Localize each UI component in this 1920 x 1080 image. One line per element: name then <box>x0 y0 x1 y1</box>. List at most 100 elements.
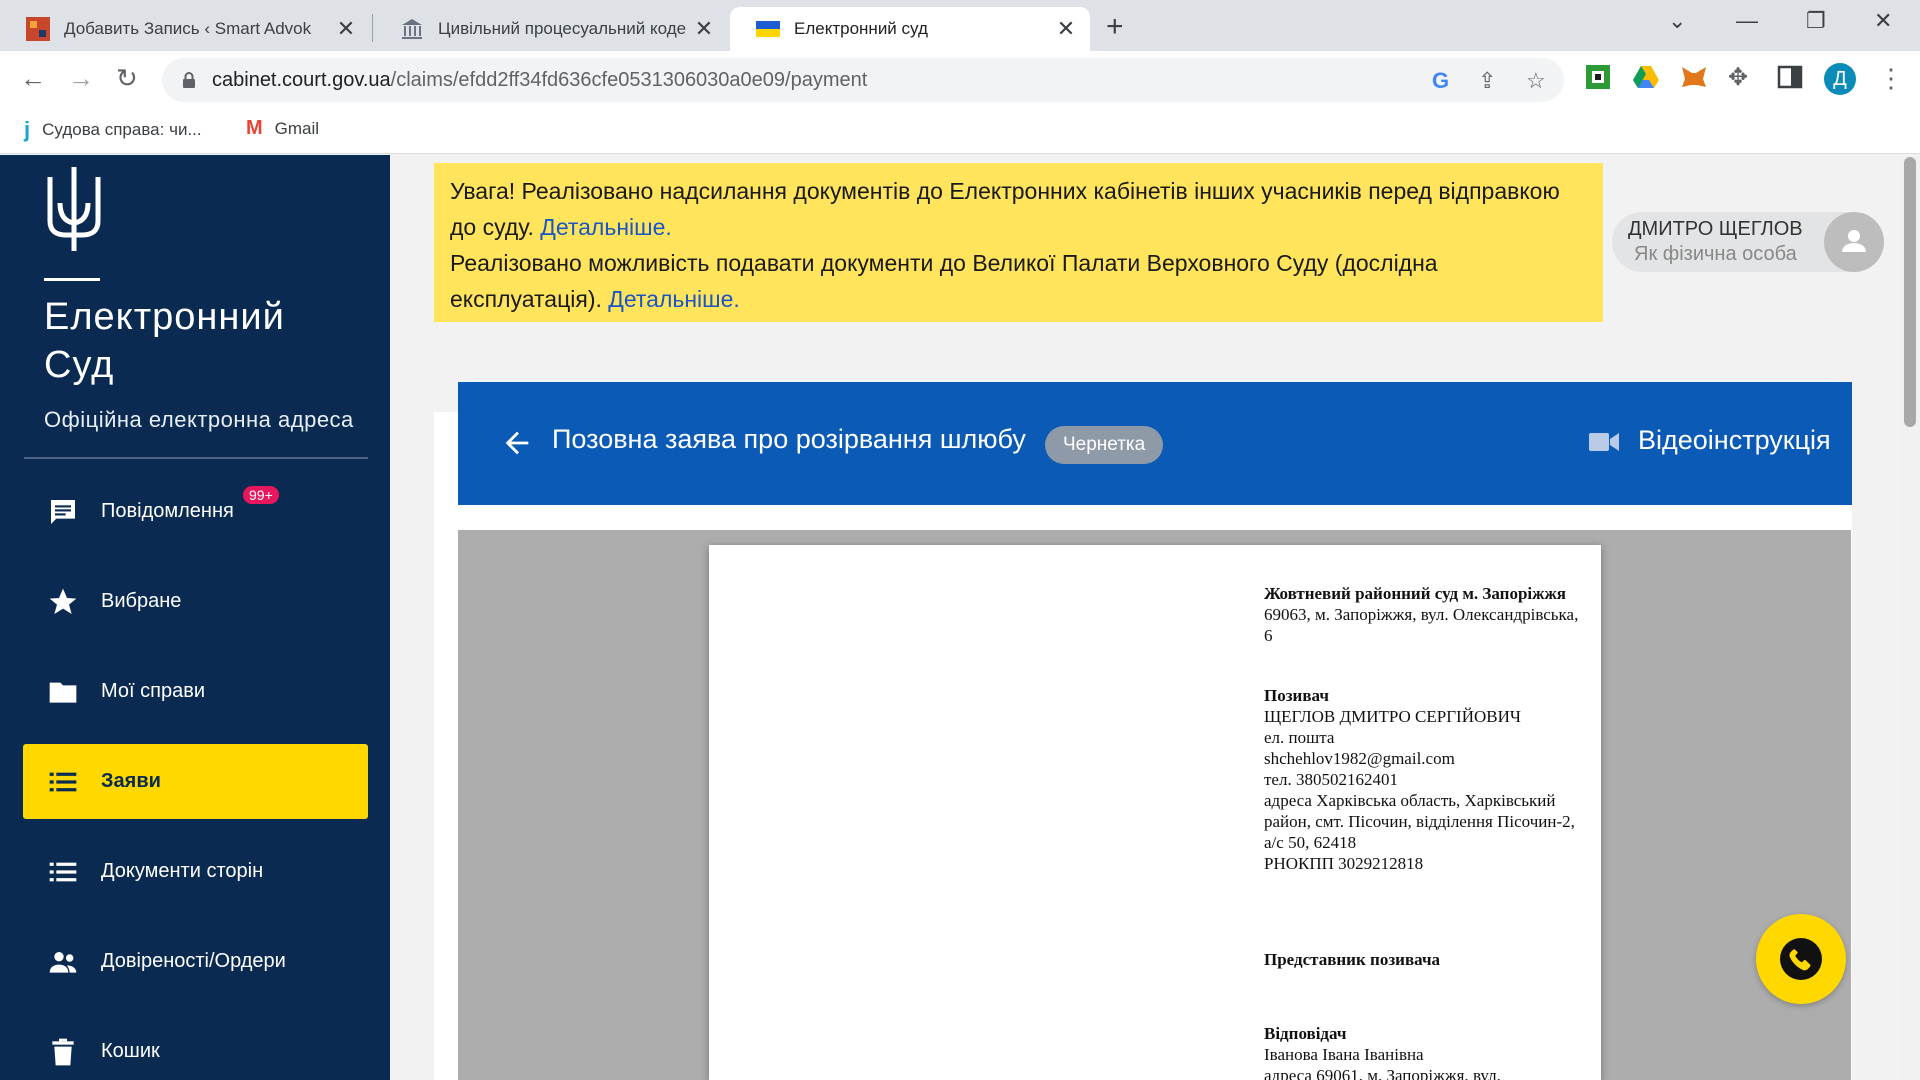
bookmarks-bar: j Судова справа: чи... M Gmail <box>0 109 1920 154</box>
brand-title[interactable]: Електронний Суд <box>44 293 285 389</box>
back-arrow-icon[interactable]: ← <box>20 63 46 94</box>
sidebar-item-label: Повідомлення <box>101 500 234 522</box>
minimize-button[interactable]: — <box>1736 8 1758 34</box>
tab-separator <box>372 14 373 42</box>
browser-toolbar: ← → ↻ cabinet.court.gov.ua/claims/efdd2f… <box>0 51 1920 109</box>
user-name: ДМИТРО ЩЕГЛОВ <box>1628 218 1803 240</box>
plaintiff-email-label: ел. пошта <box>1264 728 1335 747</box>
address-bar[interactable]: cabinet.court.gov.ua/claims/efdd2ff34fd6… <box>162 58 1564 102</box>
user-role: Як фізична особа <box>1634 243 1797 265</box>
google-drive-icon[interactable] <box>1632 63 1660 91</box>
metamask-fox-icon[interactable] <box>1680 63 1708 91</box>
bookmark-court-case[interactable]: j Судова справа: чи... <box>24 117 202 143</box>
close-window-button[interactable]: ✕ <box>1874 8 1892 34</box>
sidebar-item-label: Кошик <box>101 1040 160 1062</box>
user-profile-pill[interactable]: ДМИТРО ЩЕГЛОВ Як фізична особа <box>1612 212 1884 272</box>
official-address-subtitle: Офіційна електронна адреса <box>44 407 354 432</box>
star-icon <box>49 588 77 614</box>
google-lens-icon[interactable]: G <box>1432 68 1449 94</box>
new-tab-button[interactable]: + <box>1106 10 1124 44</box>
call-support-button[interactable] <box>1756 914 1846 1004</box>
list-icon <box>49 772 77 791</box>
user-avatar[interactable] <box>1824 212 1884 272</box>
restore-button[interactable]: ❐ <box>1806 8 1826 34</box>
sidebar-item-claims[interactable]: Заяви <box>23 744 368 819</box>
url-path: /claims/efdd2ff34fd636cfe0531306030a0e09… <box>390 69 868 91</box>
logo-divider <box>44 278 100 281</box>
tab-close-icon[interactable]: ✕ <box>692 16 716 42</box>
list-icon <box>49 862 77 881</box>
sidebar-item-label: Мої справи <box>101 680 205 702</box>
scrollbar-thumb[interactable] <box>1904 157 1916 427</box>
browser-tab-e-court[interactable]: Електронний суд ✕ <box>730 7 1090 51</box>
browser-tab-smart-advokat[interactable]: Добавить Запись ‹ Smart Advok ✕ <box>0 7 370 51</box>
lock-icon[interactable] <box>182 72 196 88</box>
folder-icon <box>49 682 77 703</box>
notice-details-link-2[interactable]: Детальніше. <box>608 286 740 312</box>
tab-title: Цивільний процесуальний коде <box>438 19 686 38</box>
sidebar-item-label: Документи сторін <box>101 860 264 882</box>
page-scrollbar[interactable] <box>1900 155 1920 1080</box>
defendant-block: Відповідач Іванова Івана Іванівна адреса… <box>1264 1023 1584 1080</box>
claim-title: Позовна заява про розірвання шлюбу <box>552 424 1026 454</box>
reload-icon[interactable]: ↻ <box>116 63 138 94</box>
bookmark-j-icon: j <box>24 117 31 142</box>
video-camera-icon[interactable] <box>1589 430 1619 454</box>
profile-avatar[interactable]: Д <box>1824 63 1856 95</box>
notice-text-2: Реалізовано можливість подавати документ… <box>450 250 1438 312</box>
url-text[interactable]: cabinet.court.gov.ua/claims/efdd2ff34fd6… <box>212 69 867 92</box>
ukraine-flag-icon <box>756 21 780 37</box>
defendant-address: адреса 69061, м. Запоріжжя, вул. <box>1264 1066 1501 1080</box>
court-address: 69063, м. Запоріжжя, вул. Олександрівськ… <box>1264 605 1579 645</box>
trash-icon <box>52 1038 74 1065</box>
plaintiff-email: shchehlov1982@gmail.com <box>1264 749 1455 768</box>
claim-header: Позовна заява про розірвання шлюбу Черне… <box>458 382 1852 505</box>
plaintiff-rnokpp: РНОКПП 3029212818 <box>1264 854 1424 873</box>
forward-arrow-icon[interactable]: → <box>68 63 94 94</box>
browser-tab-bar: Добавить Запись ‹ Smart Advok ✕ Цивільни… <box>0 0 1920 51</box>
court-block: Жовтневий районний суд м. Запоріжжя 6906… <box>1264 583 1584 646</box>
notice-details-link-1[interactable]: Детальніше. <box>540 214 672 240</box>
green-extension-icon[interactable] <box>1584 63 1612 91</box>
sidebar-item-favorites[interactable]: Вибране <box>23 564 368 639</box>
tab-close-icon[interactable]: ✕ <box>334 16 358 42</box>
bookmark-star-icon[interactable]: ☆ <box>1526 68 1546 94</box>
document-page: Жовтневий районний суд м. Запоріжжя 6906… <box>709 545 1601 1080</box>
phone-icon <box>1789 947 1811 971</box>
tab-close-icon[interactable]: ✕ <box>1054 16 1078 42</box>
sidebar-item-party-documents[interactable]: Документи сторін <box>23 834 368 909</box>
message-icon <box>51 499 75 524</box>
browser-tab-civil-code[interactable]: Цивільний процесуальний коде ✕ <box>374 7 728 51</box>
plaintiff-name: ЩЕГЛОВ ДМИТРО СЕРГІЙОВИЧ <box>1264 707 1521 726</box>
browser-menu-icon[interactable]: ⋮ <box>1878 63 1904 94</box>
back-arrow-icon[interactable] <box>500 426 534 460</box>
plaintiff-address: адреса Харківська область, Харківський р… <box>1264 791 1575 852</box>
notification-count-badge: 99+ <box>243 486 279 504</box>
sidebar-divider <box>24 457 368 459</box>
notice-banner: Увага! Реалізовано надсилання документів… <box>434 163 1603 322</box>
defendant-heading: Відповідач <box>1264 1024 1347 1043</box>
sidebar: Електронний Суд Офіційна електронна адре… <box>0 155 390 1080</box>
person-icon <box>1842 230 1866 252</box>
bookmark-gmail[interactable]: M Gmail <box>246 117 319 140</box>
sidebar-item-label: Вибране <box>101 590 182 612</box>
sidebar-item-label: Довіреності/Ордери <box>101 950 286 972</box>
tab-search-icon[interactable]: ⌄ <box>1668 8 1686 34</box>
url-host: cabinet.court.gov.ua <box>212 69 391 91</box>
ukraine-trident-icon[interactable] <box>44 163 104 255</box>
plaintiff-block: Позивач ЩЕГЛОВ ДМИТРО СЕРГІЙОВИЧ ел. пош… <box>1264 685 1584 874</box>
sidebar-item-trash[interactable]: Кошик <box>23 1014 368 1080</box>
plaintiff-phone: тел. 380502162401 <box>1264 770 1398 789</box>
bookmark-label: Gmail <box>274 118 320 138</box>
court-name: Жовтневий районний суд м. Запоріжжя <box>1264 584 1567 603</box>
defendant-name: Іванова Івана Іванівна <box>1264 1045 1424 1064</box>
plaintiff-heading: Позивач <box>1264 686 1329 705</box>
share-icon[interactable]: ⇪ <box>1478 68 1496 94</box>
gmail-icon: M <box>246 117 263 139</box>
sidebar-item-notifications[interactable]: Повідомлення 99+ <box>23 474 368 549</box>
extensions-puzzle-icon[interactable]: ✥ <box>1728 63 1748 92</box>
sidebar-item-powers-of-attorney[interactable]: Довіреності/Ордери <box>23 924 368 999</box>
sidebar-item-my-cases[interactable]: Мої справи <box>23 654 368 729</box>
side-panel-icon[interactable] <box>1776 63 1804 91</box>
video-instruction-link[interactable]: Відеоінструкція <box>1638 425 1831 456</box>
